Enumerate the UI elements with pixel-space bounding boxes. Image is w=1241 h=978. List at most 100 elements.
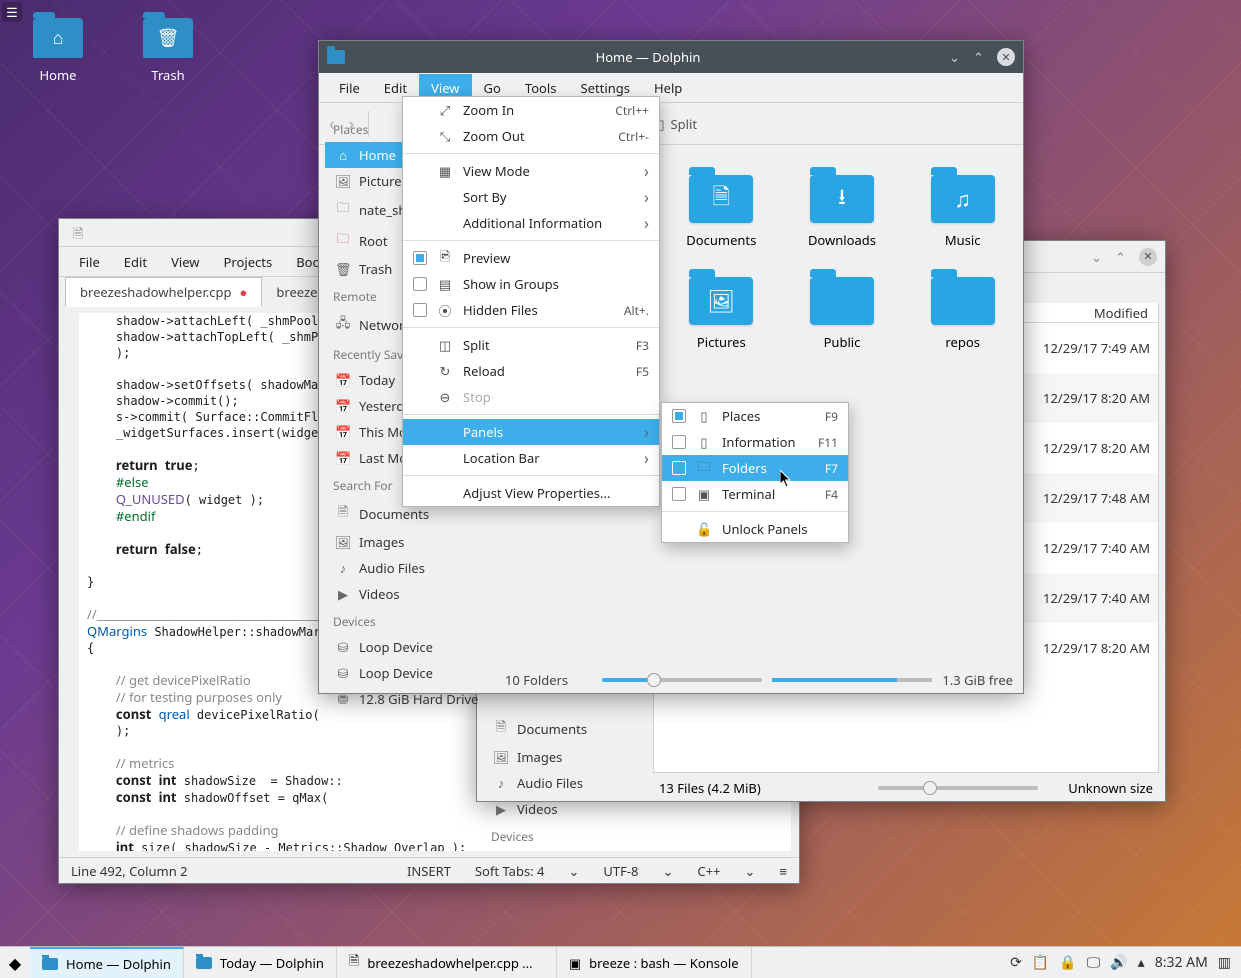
home-icon: ⌂ xyxy=(53,26,64,50)
folder-label: Public xyxy=(824,333,861,351)
maximize-icon[interactable]: ⌃ xyxy=(973,48,991,66)
document-icon: 🗎 xyxy=(349,951,359,974)
folder-documents[interactable]: 🗎Documents xyxy=(671,175,772,249)
doc-icon: 🗎 xyxy=(335,502,351,525)
window-title: Home — Dolphin xyxy=(353,48,943,66)
encoding[interactable]: UTF-8 xyxy=(603,862,638,880)
terminal-icon: ▣ xyxy=(696,485,712,503)
device-loop1[interactable]: ⛁Loop Device xyxy=(325,634,493,660)
preview-size: Unknown size xyxy=(1068,779,1153,797)
menu-file[interactable]: File xyxy=(67,248,112,276)
icon-view[interactable]: 🗎Documents ⭳Downloads ♫Music 🖼Pictures Publi… xyxy=(671,175,1013,351)
menu-split[interactable]: ◫SplitF3 xyxy=(403,332,659,358)
minimize-icon[interactable]: ⌄ xyxy=(1091,248,1109,266)
zoom-slider[interactable] xyxy=(878,786,1038,790)
panel-places[interactable]: ▯PlacesF9 xyxy=(662,403,848,429)
close-icon[interactable]: ● xyxy=(240,283,248,301)
menu-adjust-view[interactable]: Adjust View Properties... xyxy=(403,480,659,506)
update-icon[interactable]: ⟳ xyxy=(1010,953,1022,972)
menu-file[interactable]: File xyxy=(327,74,372,102)
folder-public[interactable]: Public xyxy=(792,277,893,351)
folder-music[interactable]: ♫Music xyxy=(912,175,1013,249)
close-button[interactable]: ✕ xyxy=(1139,248,1157,266)
sidebar-videos[interactable]: ▶Videos xyxy=(483,796,651,822)
preview-icon: 🖻 xyxy=(437,247,453,270)
places-icon: ▯ xyxy=(696,407,712,425)
device-loop2[interactable]: ⛁Loop Device xyxy=(325,660,493,686)
search-videos[interactable]: ▶Videos xyxy=(325,581,493,607)
folder-pictures[interactable]: 🖼Pictures xyxy=(671,277,772,351)
system-tray: ⟳ 📋 🔒 🖵 🔊 ▴ 8:32 AM ▥ xyxy=(1000,953,1241,972)
sidebar-images[interactable]: 🖼Images xyxy=(483,744,651,770)
panel-unlock[interactable]: 🔓Unlock Panels xyxy=(662,516,848,542)
tab-label: breezeshadowhelper.cpp xyxy=(80,283,232,301)
menu-edit[interactable]: Edit xyxy=(112,248,159,276)
chevron-up-icon[interactable]: ▴ xyxy=(1138,953,1145,972)
lock-icon[interactable]: 🔒 xyxy=(1059,953,1076,972)
image-icon: 🖼 xyxy=(335,533,351,551)
menu-preview[interactable]: 🖻Preview xyxy=(403,245,659,271)
sidebar-documents[interactable]: 🗎Documents xyxy=(483,713,651,744)
desktop-icon-label: Home xyxy=(18,66,98,84)
folder-repos[interactable]: repos xyxy=(912,277,1013,351)
panel-terminal[interactable]: ▣TerminalF4 xyxy=(662,481,848,507)
menu-location-bar[interactable]: Location Bar xyxy=(403,445,659,471)
desktop-icon-home[interactable]: ⌂ Home xyxy=(18,18,98,84)
chevron-down-icon: ⌄ xyxy=(663,862,674,880)
chevron-down-icon: ⌄ xyxy=(568,862,579,880)
clock[interactable]: 8:32 AM xyxy=(1155,953,1208,972)
tab-file-1[interactable]: breezeshadowhelper.cpp ● xyxy=(65,277,262,307)
show-desktop-icon[interactable]: ▥ xyxy=(1218,953,1231,972)
sidebar-audio[interactable]: ♪Audio Files xyxy=(483,770,651,796)
close-button[interactable]: ✕ xyxy=(997,48,1015,66)
menu-panels[interactable]: Panels xyxy=(403,419,659,445)
checkbox-icon xyxy=(672,409,686,423)
menu-icon[interactable]: ≡ xyxy=(779,862,787,880)
maximize-icon[interactable]: ⌃ xyxy=(1115,248,1133,266)
dolphin-statusbar: 10 Folders 1.3 GiB free xyxy=(505,667,1013,693)
panels-submenu: ▯PlacesF9 ▯InformationF11 🗀FoldersF7 ▣Te… xyxy=(661,402,849,543)
menu-sort-by[interactable]: Sort By xyxy=(403,184,659,210)
video-icon: ▶ xyxy=(493,800,509,818)
unlock-icon: 🔓 xyxy=(696,520,712,538)
panel-information[interactable]: ▯InformationF11 xyxy=(662,429,848,455)
task-entry[interactable]: Today — Dolphin xyxy=(184,947,337,978)
menu-view[interactable]: View xyxy=(159,248,211,276)
minimize-icon[interactable]: ⌄ xyxy=(949,48,967,66)
task-entry[interactable]: 🗎breezeshadowhelper.cpp — ... xyxy=(337,947,557,978)
menu-hidden[interactable]: ⦿Hidden FilesAlt+. xyxy=(403,297,659,323)
task-entry[interactable]: ▣breeze : bash — Konsole xyxy=(557,947,752,978)
menu-reload[interactable]: ↻ReloadF5 xyxy=(403,358,659,384)
menu-groups[interactable]: ▤Show in Groups xyxy=(403,271,659,297)
task-label: Today — Dolphin xyxy=(220,954,324,972)
disk-usage-bar xyxy=(772,678,932,682)
language[interactable]: C++ xyxy=(697,862,720,880)
folder-downloads[interactable]: ⭳Downloads xyxy=(792,175,893,249)
checkbox-icon xyxy=(413,303,427,317)
display-icon[interactable]: 🖵 xyxy=(1087,953,1101,972)
taskbar: ◆ Home — Dolphin Today — Dolphin 🗎breezesh… xyxy=(0,946,1241,978)
menu-zoom-in[interactable]: ⤢Zoom InCtrl++ xyxy=(403,97,659,123)
search-audio[interactable]: ♪Audio Files xyxy=(325,555,493,581)
column-modified[interactable]: Modified xyxy=(1012,304,1158,322)
task-entry[interactable]: Home — Dolphin xyxy=(30,947,184,978)
clipboard-icon[interactable]: 📋 xyxy=(1032,953,1049,972)
device-hdd[interactable]: ⛃12.8 GiB Hard Drive xyxy=(325,686,493,712)
panel-folders[interactable]: 🗀FoldersF7 xyxy=(662,455,848,481)
desktop-icon-trash[interactable]: 🗑 Trash xyxy=(128,18,208,84)
menu-projects[interactable]: Projects xyxy=(212,248,285,276)
menu-view-mode[interactable]: ▦View Mode xyxy=(403,158,659,184)
trash-icon: 🗑 xyxy=(335,260,351,278)
dolphin-titlebar[interactable]: Home — Dolphin ⌄ ⌃ ✕ xyxy=(319,41,1023,73)
trash-icon: 🗑 xyxy=(157,26,180,50)
menu-zoom-out[interactable]: ⤡Zoom OutCtrl+- xyxy=(403,123,659,149)
application-launcher[interactable]: ◆ xyxy=(0,952,30,974)
menu-addl-info[interactable]: Additional Information xyxy=(403,210,659,236)
indent-mode[interactable]: Soft Tabs: 4 xyxy=(475,862,545,880)
zoom-slider[interactable] xyxy=(602,678,762,682)
search-images[interactable]: 🖼Images xyxy=(325,529,493,555)
network-icon: 🖧 xyxy=(335,313,351,336)
volume-icon[interactable]: 🔊 xyxy=(1110,953,1127,972)
calendar-icon: 📅 xyxy=(335,371,351,389)
picture-icon: 🖼 xyxy=(335,172,351,190)
